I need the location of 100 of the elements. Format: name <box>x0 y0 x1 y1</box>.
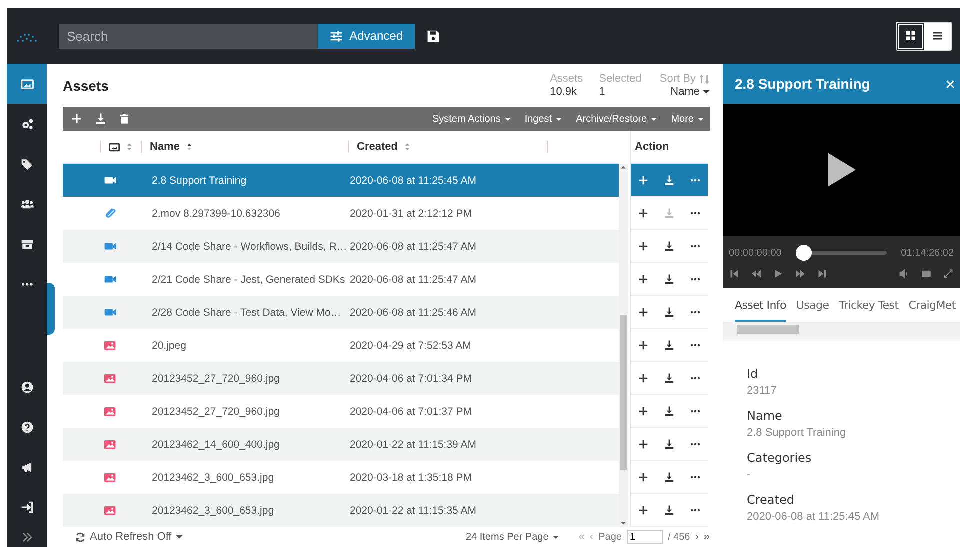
current-time: 00:00:00:00 <box>729 248 782 258</box>
asset-row[interactable]: 2/28 Code Share - Test Data, View Mo… 2020-06-08 at 11:25:46 AM <box>63 296 619 329</box>
save-icon[interactable] <box>427 30 440 42</box>
page-field[interactable]: 1 <box>626 530 663 544</box>
plus-icon[interactable] <box>638 274 650 284</box>
download-icon[interactable] <box>664 472 675 482</box>
image-icon <box>103 339 117 352</box>
page-title: Assets <box>63 78 109 94</box>
caret-icon <box>703 90 710 94</box>
user-icon <box>20 380 34 394</box>
stat-label: Selected <box>599 72 642 86</box>
download-icon[interactable] <box>664 438 675 450</box>
close-icon[interactable] <box>945 78 956 90</box>
sort-icon[interactable] <box>402 142 412 152</box>
caret-icon <box>176 535 183 539</box>
plus-icon[interactable] <box>638 372 650 384</box>
name-cell-text: 20123462_14_600_400.jpg <box>151 438 281 450</box>
next-page-button[interactable]: › <box>695 531 699 543</box>
plus-icon[interactable] <box>638 472 650 482</box>
rewind-icon[interactable] <box>751 269 762 279</box>
download-icon[interactable] <box>664 306 675 318</box>
column-header[interactable]: Created <box>357 141 398 153</box>
seek-slider[interactable] <box>796 245 888 261</box>
created-cell-text: 2020-06-08 at 11:25:46 AM <box>349 306 476 318</box>
sort-icon[interactable] <box>124 142 134 152</box>
grid-view-button[interactable] <box>897 22 924 50</box>
auto-refresh-dropdown[interactable]: Auto Refresh Off <box>75 531 183 543</box>
image-icon <box>103 471 117 484</box>
volume-icon[interactable] <box>899 269 910 279</box>
created-cell-text: 2020-06-08 at 11:25:47 AM <box>349 240 476 252</box>
download-icon[interactable] <box>664 274 675 284</box>
plus-icon[interactable] <box>638 240 650 252</box>
sign-in-icon <box>20 500 34 514</box>
seek-thumb[interactable] <box>796 245 812 261</box>
toolbar-menu[interactable]: Ingest <box>524 114 562 124</box>
download-icon[interactable] <box>664 372 675 384</box>
items-per-page-dropdown[interactable]: 24 Items Per Page <box>466 532 559 542</box>
image-icon <box>103 405 117 418</box>
sort-dropdown[interactable]: Name <box>670 86 710 98</box>
sliders-icon <box>330 30 343 42</box>
last-page-button[interactable]: » <box>704 531 710 543</box>
asset-row[interactable]: 20123462_14_600_400.jpg 2020-01-22 at 11:15:39 AM <box>63 428 619 461</box>
expand-icon[interactable] <box>943 269 954 279</box>
field-label: Id <box>747 367 760 381</box>
field-label: Categories <box>747 451 813 465</box>
download-icon[interactable] <box>664 340 675 350</box>
field-value: 2020-06-08 at 11:25:45 AM <box>747 511 881 523</box>
scroll-down-icon[interactable] <box>621 522 626 525</box>
toolbar-menu[interactable]: More <box>671 114 704 124</box>
field-label: Name <box>747 409 784 423</box>
collapse-handle[interactable] <box>47 283 55 335</box>
search-field[interactable]: Search <box>59 24 318 48</box>
captions-icon[interactable] <box>921 269 932 279</box>
download-icon[interactable] <box>664 240 675 252</box>
caret-icon <box>698 118 704 120</box>
field-label: Created <box>747 493 796 507</box>
asset-row[interactable]: 20123462_3_600_653.jpg 2020-01-22 at 11:15:35 AM <box>63 494 619 527</box>
stat-value: 10.9k <box>550 86 578 98</box>
panel-tab[interactable]: CraigMet <box>908 299 956 322</box>
asset-row[interactable]: 20123452_27_720_960.jpg 2020-04-06 at 7:01:34 PM <box>63 362 619 395</box>
name-cell-text: 2/14 Code Share - Workflows, Builds, R… <box>151 240 346 252</box>
plus-icon[interactable] <box>638 438 650 450</box>
advanced-button[interactable]: Advanced <box>318 24 415 48</box>
plus-icon[interactable] <box>638 306 650 318</box>
name-cell-text: 2.mov 8.297399-10.632306 <box>151 208 282 220</box>
step-forward-icon[interactable] <box>817 269 828 279</box>
toolbar-menu[interactable]: System Actions <box>432 114 511 124</box>
download-icon[interactable] <box>664 406 675 416</box>
toolbar-menu[interactable]: Archive/Restore <box>576 114 658 124</box>
plus-icon[interactable] <box>638 406 650 416</box>
play-icon[interactable] <box>828 153 856 187</box>
fast-forward-icon[interactable] <box>795 269 806 279</box>
caret-icon <box>504 118 511 120</box>
created-cell-text: 2020-03-18 at 1:35:18 PM <box>349 472 472 484</box>
plus-icon[interactable] <box>638 504 650 516</box>
image-nav-item[interactable] <box>7 64 47 104</box>
panel-tab[interactable]: Usage <box>796 299 830 322</box>
trash-icon[interactable] <box>119 113 130 125</box>
plus-icon[interactable] <box>638 208 650 218</box>
image-icon <box>20 78 34 90</box>
users-icon <box>20 198 34 210</box>
help-icon <box>20 420 34 434</box>
megaphone-icon <box>20 460 34 474</box>
step-back-icon[interactable] <box>729 269 740 279</box>
tab-scrollbar[interactable] <box>723 323 960 337</box>
download-icon[interactable] <box>664 504 675 516</box>
panel-tab[interactable]: Trickey Test <box>839 299 899 322</box>
sort-label: Sort By <box>660 73 696 86</box>
field-value: 2.8 Support Training <box>747 427 848 439</box>
created-cell-text: 2020-01-31 at 2:12:12 PM <box>349 208 472 220</box>
panel-title: 2.8 Support Training <box>735 76 870 92</box>
scrollbar[interactable] <box>619 164 628 527</box>
column-header[interactable]: Name <box>150 141 180 153</box>
asset-row[interactable]: 2/14 Code Share - Workflows, Builds, R… 2020-06-08 at 11:25:47 AM <box>63 230 619 263</box>
sort-ascending-icon[interactable] <box>184 142 194 152</box>
scroll-up-icon[interactable] <box>621 166 626 169</box>
plus-icon[interactable] <box>638 340 650 350</box>
asset-row[interactable]: 2.8 Support Training 2020-06-08 at 11:25:45 AM <box>63 164 619 197</box>
caret-icon <box>556 118 562 120</box>
image-icon <box>103 372 117 385</box>
